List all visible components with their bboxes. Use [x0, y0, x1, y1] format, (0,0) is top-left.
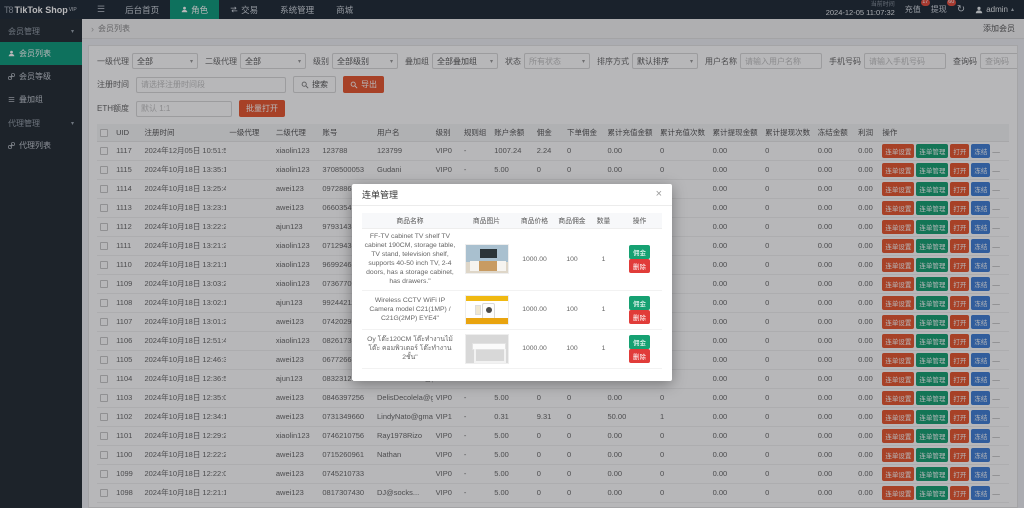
product-name: Oy โต๊ะ120CM โต๊ะทำงานไม้ โต๊ะ คอมพิวเตอ…	[367, 335, 453, 362]
modal-column-header: 数量	[590, 213, 617, 229]
product-actions-cell: 佣金删除	[617, 329, 662, 369]
product-qty-cell: 1	[590, 228, 617, 291]
modal-title: 连单管理	[362, 190, 399, 200]
modal-header: 连单管理 ×	[352, 184, 672, 206]
modal-column-header: 操作	[617, 213, 662, 229]
modal-table-head: 商品名称 商品图片 商品价格 商品佣金 数量 操作	[362, 213, 662, 229]
commission-button[interactable]: 佣金	[629, 295, 650, 310]
product-image-desk	[464, 333, 509, 364]
camera-device	[481, 302, 495, 320]
product-image-cell	[458, 228, 515, 291]
product-row: FF-TV cabinet TV shelf TV cabinet 190CM,…	[362, 228, 662, 291]
product-actions-cell: 佣金删除	[617, 290, 662, 330]
delete-button[interactable]: 删除	[629, 259, 650, 274]
product-commission-cell: 100	[554, 290, 590, 330]
chain-order-modal: 连单管理 × 商品名称 商品图片 商品价格 商品佣金 数量 操作 FF-TV cabinet…	[352, 184, 672, 381]
delete-button[interactable]: 删除	[629, 348, 650, 363]
product-row: Oy โต๊ะ120CM โต๊ะทำงานไม้ โต๊ะ คอมพิวเตอ…	[362, 329, 662, 369]
camera-accessory	[474, 304, 481, 315]
product-qty-cell: 1	[590, 329, 617, 369]
product-image-camera	[464, 294, 509, 325]
product-price-cell: 1000.00	[515, 228, 554, 291]
close-icon[interactable]: ×	[656, 189, 662, 200]
modal-column-header: 商品价格	[515, 213, 554, 229]
product-commission-cell: 100	[554, 329, 590, 369]
product-name: Wireless CCTV WiFi IP Camera model C21(1…	[369, 296, 451, 323]
product-name-cell: FF-TV cabinet TV shelf TV cabinet 190CM,…	[362, 228, 458, 291]
product-qty-cell: 1	[590, 290, 617, 330]
product-name-cell: Wireless CCTV WiFi IP Camera model C21(1…	[362, 290, 458, 330]
commission-button[interactable]: 佣金	[629, 245, 650, 260]
product-price-cell: 1000.00	[515, 329, 554, 369]
modal-column-header: 商品名称	[362, 213, 458, 229]
product-price-cell: 1000.00	[515, 290, 554, 330]
product-commission-cell: 100	[554, 228, 590, 291]
product-name-cell: Oy โต๊ะ120CM โต๊ะทำงานไม้ โต๊ะ คอมพิวเตอ…	[362, 329, 458, 369]
product-image-cell	[458, 329, 515, 369]
modal-body: 商品名称 商品图片 商品价格 商品佣金 数量 操作 FF-TV cabinet TV she…	[352, 206, 672, 381]
product-table: 商品名称 商品图片 商品价格 商品佣金 数量 操作 FF-TV cabinet TV she…	[362, 213, 662, 369]
product-row: Wireless CCTV WiFi IP Camera model C21(1…	[362, 290, 662, 330]
product-actions-cell: 佣金删除	[617, 228, 662, 291]
delete-button[interactable]: 删除	[629, 309, 650, 324]
product-image-cell	[458, 290, 515, 330]
modal-table-body: FF-TV cabinet TV shelf TV cabinet 190CM,…	[362, 228, 662, 369]
modal-column-header: 商品图片	[458, 213, 515, 229]
modal-column-header: 商品佣金	[554, 213, 590, 229]
commission-button[interactable]: 佣金	[629, 334, 650, 349]
product-name: FF-TV cabinet TV shelf TV cabinet 190CM,…	[364, 232, 456, 286]
product-image-tv-cabinet	[464, 244, 509, 275]
modal-header-row: 商品名称 商品图片 商品价格 商品佣金 数量 操作	[362, 213, 662, 229]
